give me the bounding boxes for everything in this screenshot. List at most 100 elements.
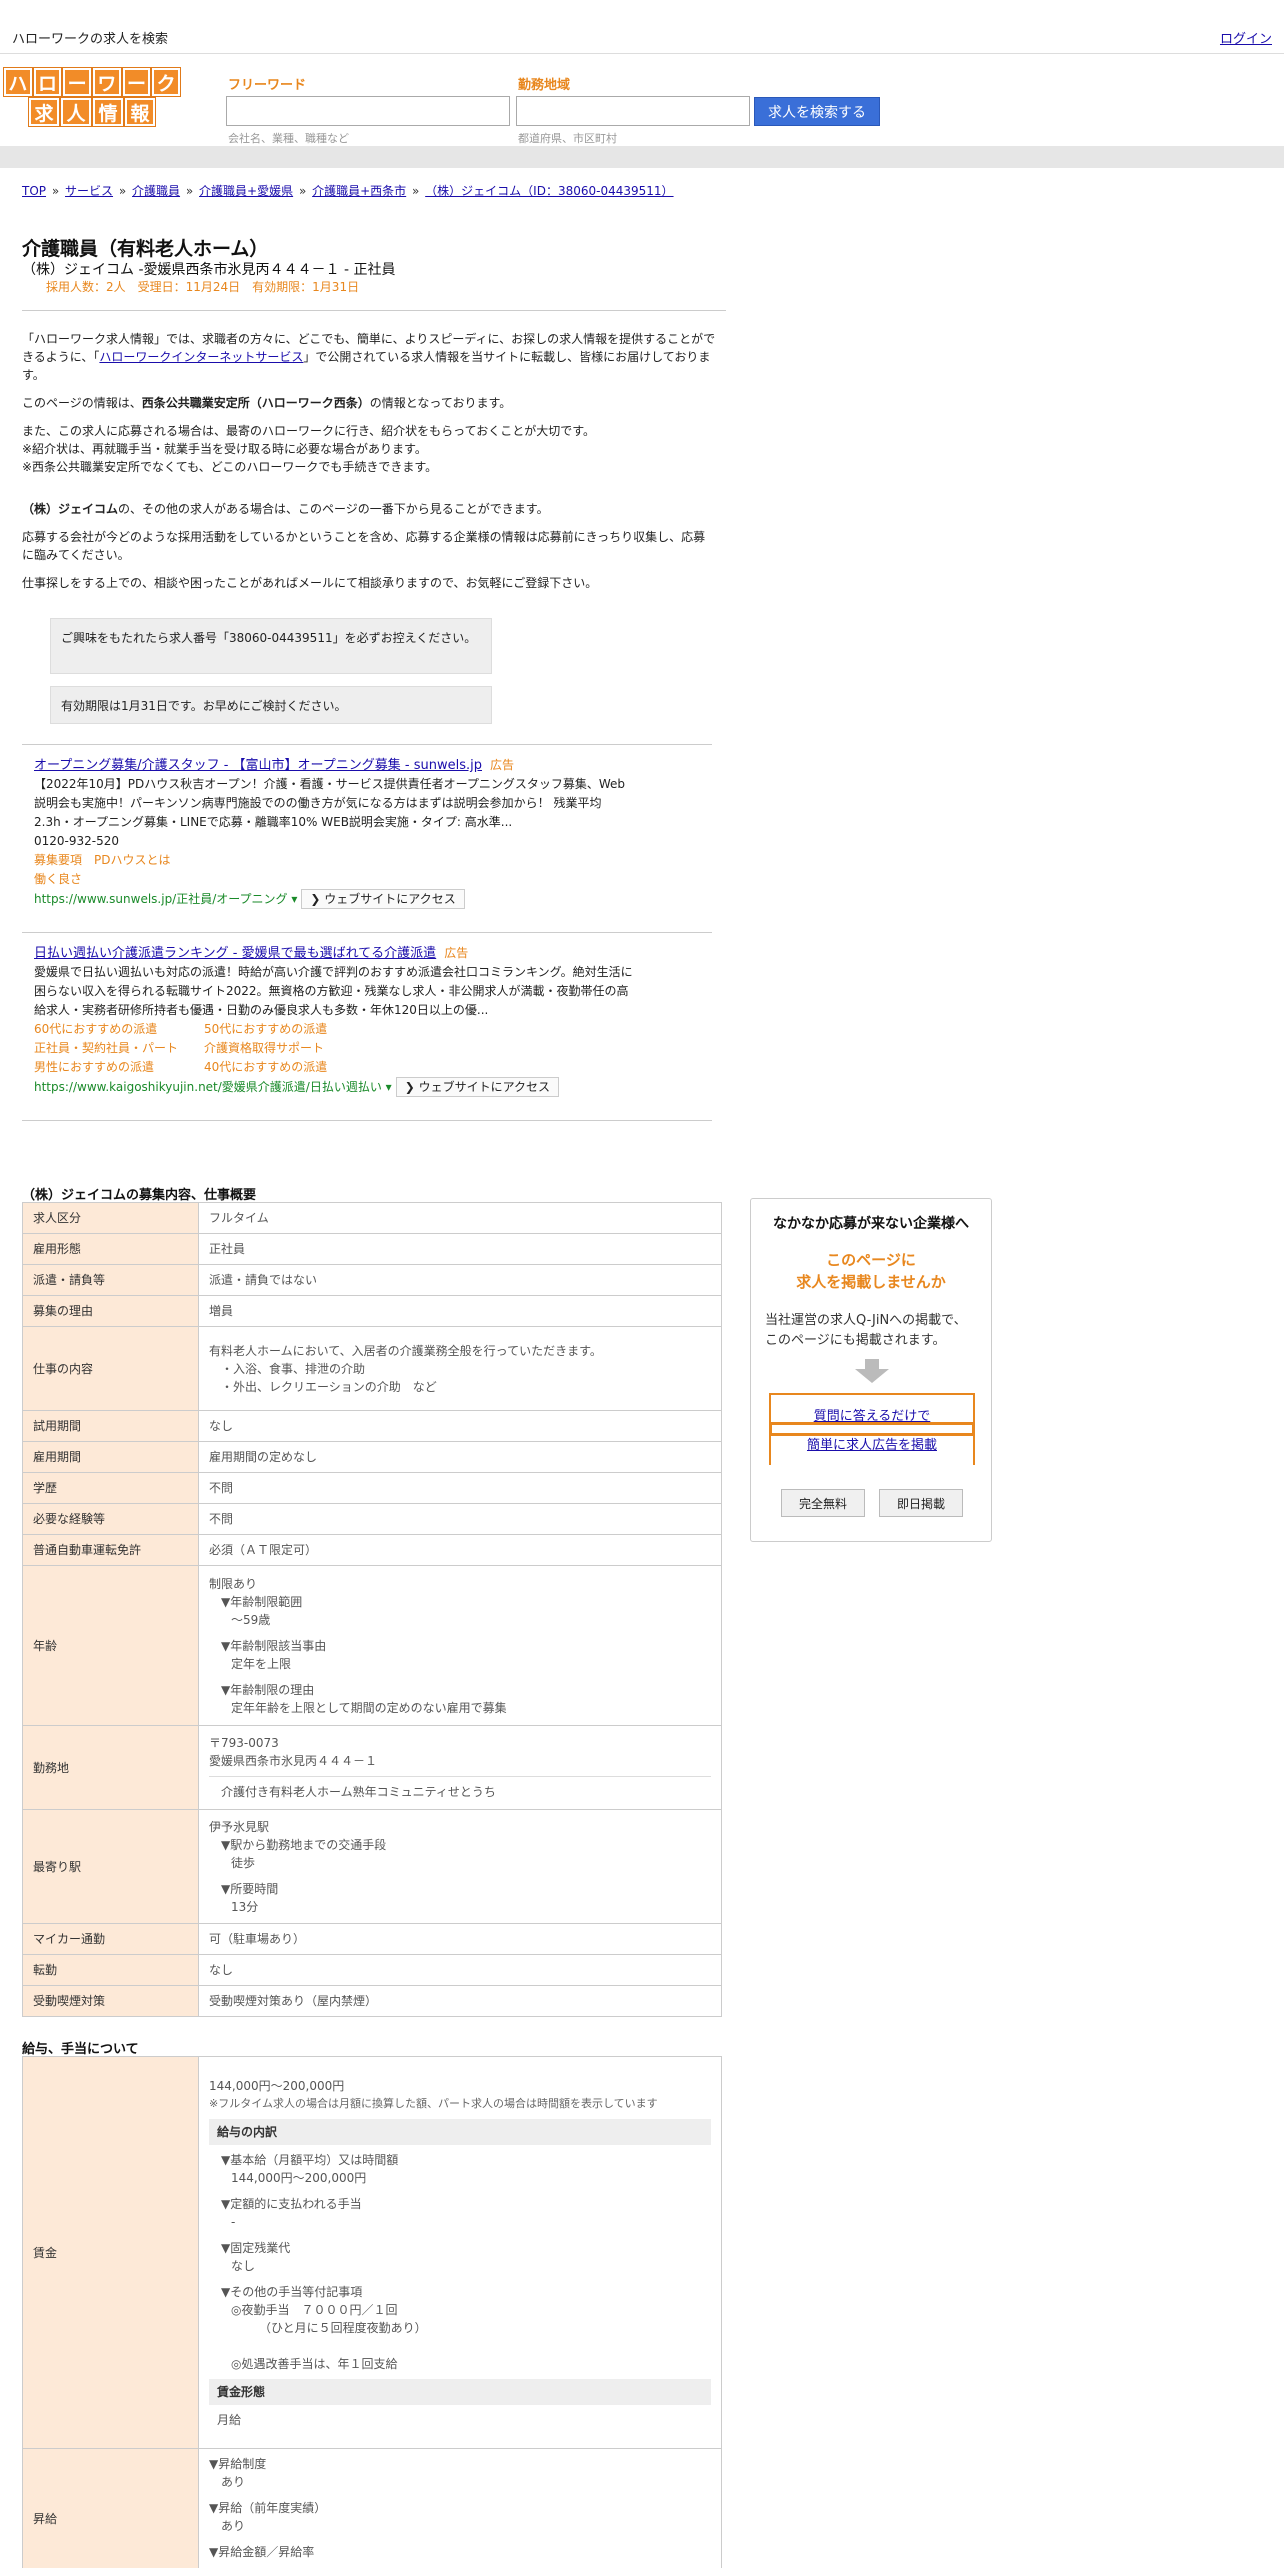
- value-line: -: [231, 2214, 236, 2229]
- chevron-down-icon[interactable]: ▾: [386, 1080, 392, 1094]
- login-link[interactable]: ログイン: [1220, 28, 1272, 47]
- promo-accent-line: 求人を掲載しませんか: [796, 1273, 946, 1291]
- table-row: 年齢 制限あり ▼年齢制限範囲 〜59歳 ▼年齢制限該当事由 定年を上限 ▼年齢…: [22, 1565, 722, 1726]
- table-row: 最寄り駅 伊予氷見駅 ▼駅から勤務地までの交通手段 徒歩 ▼所要時間 13分: [22, 1809, 722, 1924]
- salary-range: 144,000円〜200,000円: [209, 2078, 345, 2093]
- logo-char: ワ: [93, 68, 121, 96]
- value-line: なし: [231, 2258, 256, 2273]
- ad-sitelink[interactable]: 60代におすすめの派遣: [34, 1020, 204, 1039]
- ad-sitelink[interactable]: 50代におすすめの派遣: [204, 1020, 404, 1039]
- search-button[interactable]: 求人を検索する: [754, 97, 880, 126]
- value-line: ◎処遇改善手当は、年１回支給: [231, 2356, 398, 2371]
- value-line: ▼年齢制限該当事由: [221, 1638, 327, 1653]
- row-key: 最寄り駅: [22, 1809, 199, 1924]
- logo-char: 求: [29, 98, 59, 126]
- intro-referral: また、この求人に応募される場合は、最寄のハローワークに行き、紹介状をもらっておく…: [22, 422, 716, 476]
- row-key: 募集の理由: [22, 1295, 199, 1327]
- breadcrumb-sep: »: [51, 184, 60, 198]
- row-key: 昇給: [22, 2448, 199, 2568]
- ad-description: 【2022年10月】PDハウス秋吉オープン！介護・看護・サービス提供責任者オープ…: [34, 777, 626, 829]
- job-subtitle: （株）ジェイコム -愛媛県西条市氷見丙４４４－１ - 正社員: [22, 262, 396, 278]
- visit-website-button[interactable]: ❯ ウェブサイトにアクセス: [301, 889, 465, 909]
- breadcrumb-ehime[interactable]: 介護職員+愛媛県: [199, 184, 293, 198]
- breadcrumb-saijo[interactable]: 介護職員+西条市: [312, 184, 406, 198]
- value-line: ▼その他の手当等付記事項: [221, 2284, 363, 2299]
- ad-title-link[interactable]: オープニング募集/介護スタッフ - 【富山市】オープニング募集 - sunwel…: [34, 758, 482, 773]
- free-button[interactable]: 完全無料: [781, 1489, 865, 1517]
- value-line: 〜59歳: [231, 1612, 271, 1627]
- intro-text: ※紹介状は、再就職手当・就業手当を受け取る時に必要な場合があります。: [22, 442, 427, 456]
- row-value: 不問: [198, 1503, 722, 1535]
- breadcrumb-top[interactable]: TOP: [22, 184, 46, 198]
- ad-sitelink[interactable]: 40代におすすめの派遣: [204, 1058, 404, 1077]
- visit-label: ウェブサイトにアクセス: [418, 1080, 550, 1094]
- salary-table: 賃金 144,000円〜200,000円 ※フルタイム求人の場合は月額に換算した…: [22, 2056, 722, 2568]
- row-value: 雇用期間の定めなし: [198, 1441, 722, 1473]
- breadcrumb-kaigo[interactable]: 介護職員: [132, 184, 180, 198]
- ad-divider: [22, 1120, 712, 1121]
- value-line: ▼基本給（月額平均）又は時間額: [221, 2152, 399, 2167]
- ad-sitelink[interactable]: 介護資格取得サポート: [204, 1039, 404, 1058]
- chevron-down-icon[interactable]: ▾: [291, 892, 297, 906]
- ad-block: オープニング募集/介護スタッフ - 【富山市】オープニング募集 - sunwel…: [34, 756, 634, 909]
- ad-description: 愛媛県で日払い週払いも対応の派遣！時給が高い介護で評判のおすすめ派遣会社口コミラ…: [34, 965, 633, 1017]
- breadcrumb-company[interactable]: （株）ジェイコム（ID：38060-04439511）: [425, 184, 673, 198]
- ad-url[interactable]: https://www.sunwels.jp/正社員/オープニング: [34, 892, 288, 906]
- chevron-right-icon: ❯: [310, 892, 325, 906]
- ad-phone[interactable]: 0120-932-520: [34, 832, 634, 851]
- value-line: ▼駅から勤務地までの交通手段: [221, 1837, 387, 1852]
- ad-sitelink[interactable]: 男性におすすめの派遣: [34, 1058, 204, 1077]
- header-divider: [0, 146, 1284, 168]
- row-key: 仕事の内容: [22, 1326, 199, 1411]
- same-day-button[interactable]: 即日掲載: [879, 1489, 963, 1517]
- site-title: ハローワークの求人を検索: [12, 32, 169, 47]
- top-bar: ハローワークの求人を検索 ログイン: [0, 0, 1284, 54]
- ad-divider: [22, 932, 712, 933]
- table-row: 必要な経験等 不問: [22, 1503, 722, 1535]
- logo-char: 報: [125, 98, 155, 126]
- value-line: ▼固定残業代: [221, 2240, 291, 2255]
- keyword-label: フリーワード: [228, 78, 307, 93]
- value-line: ・入浴、食事、排泄の介助: [221, 1361, 366, 1376]
- table-row: 賃金 144,000円〜200,000円 ※フルタイム求人の場合は月額に換算した…: [22, 2056, 722, 2449]
- ad-sitelink[interactable]: 働く良さ: [34, 872, 82, 886]
- address: 愛媛県西条市氷見丙４４４－１: [209, 1754, 378, 1768]
- promo-link-post-ad[interactable]: 簡単に求人広告を掲載: [807, 1434, 937, 1453]
- hellowork-internet-link[interactable]: ハローワークインターネットサービス: [99, 350, 303, 364]
- ad-sitelink[interactable]: 募集要項: [34, 853, 82, 867]
- ad-title-link[interactable]: 日払い週払い介護派遣ランキング - 愛媛県で最も選ばれてる介護派遣: [34, 946, 436, 961]
- row-value: 可（駐車場あり）: [198, 1923, 722, 1955]
- breadcrumb-service[interactable]: サービス: [65, 184, 113, 198]
- intro-other-jobs: （株）ジェイコムの、その他の求人がある場合は、このページの一番下から見ることがで…: [22, 500, 716, 518]
- row-value: 増員: [198, 1295, 722, 1327]
- promo-link-questions[interactable]: 質問に答えるだけで: [814, 1405, 931, 1424]
- table-row: 仕事の内容 有料老人ホームにおいて、入居者の介護業務全般を行っていただきます。 …: [22, 1326, 722, 1411]
- ad-sitelink[interactable]: 正社員・契約社員・パート: [34, 1039, 204, 1058]
- site-logo[interactable]: ハ ロ ー ワ ー ク 求 人 情 報: [3, 68, 181, 126]
- table-row: 昇給 ▼昇給制度 あり ▼昇給（前年度実績） あり ▼昇給金額／昇給率: [22, 2448, 722, 2568]
- row-value: フルタイム: [198, 1202, 722, 1234]
- table-row: 受動喫煙対策 受動喫煙対策あり（屋内禁煙）: [22, 1985, 722, 2017]
- value-line: 徒歩: [231, 1855, 256, 1870]
- value-line: 制限あり: [209, 1576, 258, 1591]
- row-value: 有料老人ホームにおいて、入居者の介護業務全般を行っていただきます。 ・入浴、食事…: [198, 1326, 722, 1411]
- value-line: ▼昇給（前年度実績）: [209, 2501, 327, 2515]
- notice-expiry: 有効期限は1月31日です。お早めにご検討ください。: [50, 686, 492, 724]
- row-value: 不問: [198, 1472, 722, 1504]
- area-input[interactable]: [516, 96, 750, 126]
- visit-website-button[interactable]: ❯ ウェブサイトにアクセス: [395, 1077, 559, 1097]
- visit-label: ウェブサイトにアクセス: [324, 892, 456, 906]
- table-row: 学歴 不問: [22, 1472, 722, 1504]
- keyword-input[interactable]: [226, 96, 510, 126]
- table-row: 派遣・請負等 派遣・請負ではない: [22, 1264, 722, 1296]
- notice-job-number: ご興味をもたれたら求人番号「38060-04439511」を必ずお控えください。: [50, 618, 492, 674]
- row-value: なし: [198, 1410, 722, 1442]
- job-meta: 採用人数：2人 受理日：11月24日 有効期限：1月31日: [46, 280, 360, 294]
- salary-note: ※フルタイム求人の場合は月額に換算した額、パート求人の場合は時間額を表示していま…: [209, 2096, 658, 2110]
- ad-sitelink[interactable]: PDハウスとは: [94, 853, 170, 867]
- row-key: 試用期間: [22, 1410, 199, 1442]
- ad-url[interactable]: https://www.kaigoshikyujin.net/愛媛県介護派遣/日…: [34, 1080, 382, 1094]
- breadcrumb-sep: »: [118, 184, 127, 198]
- ad-badge: 広告: [444, 946, 469, 960]
- ad-badge: 広告: [490, 758, 515, 772]
